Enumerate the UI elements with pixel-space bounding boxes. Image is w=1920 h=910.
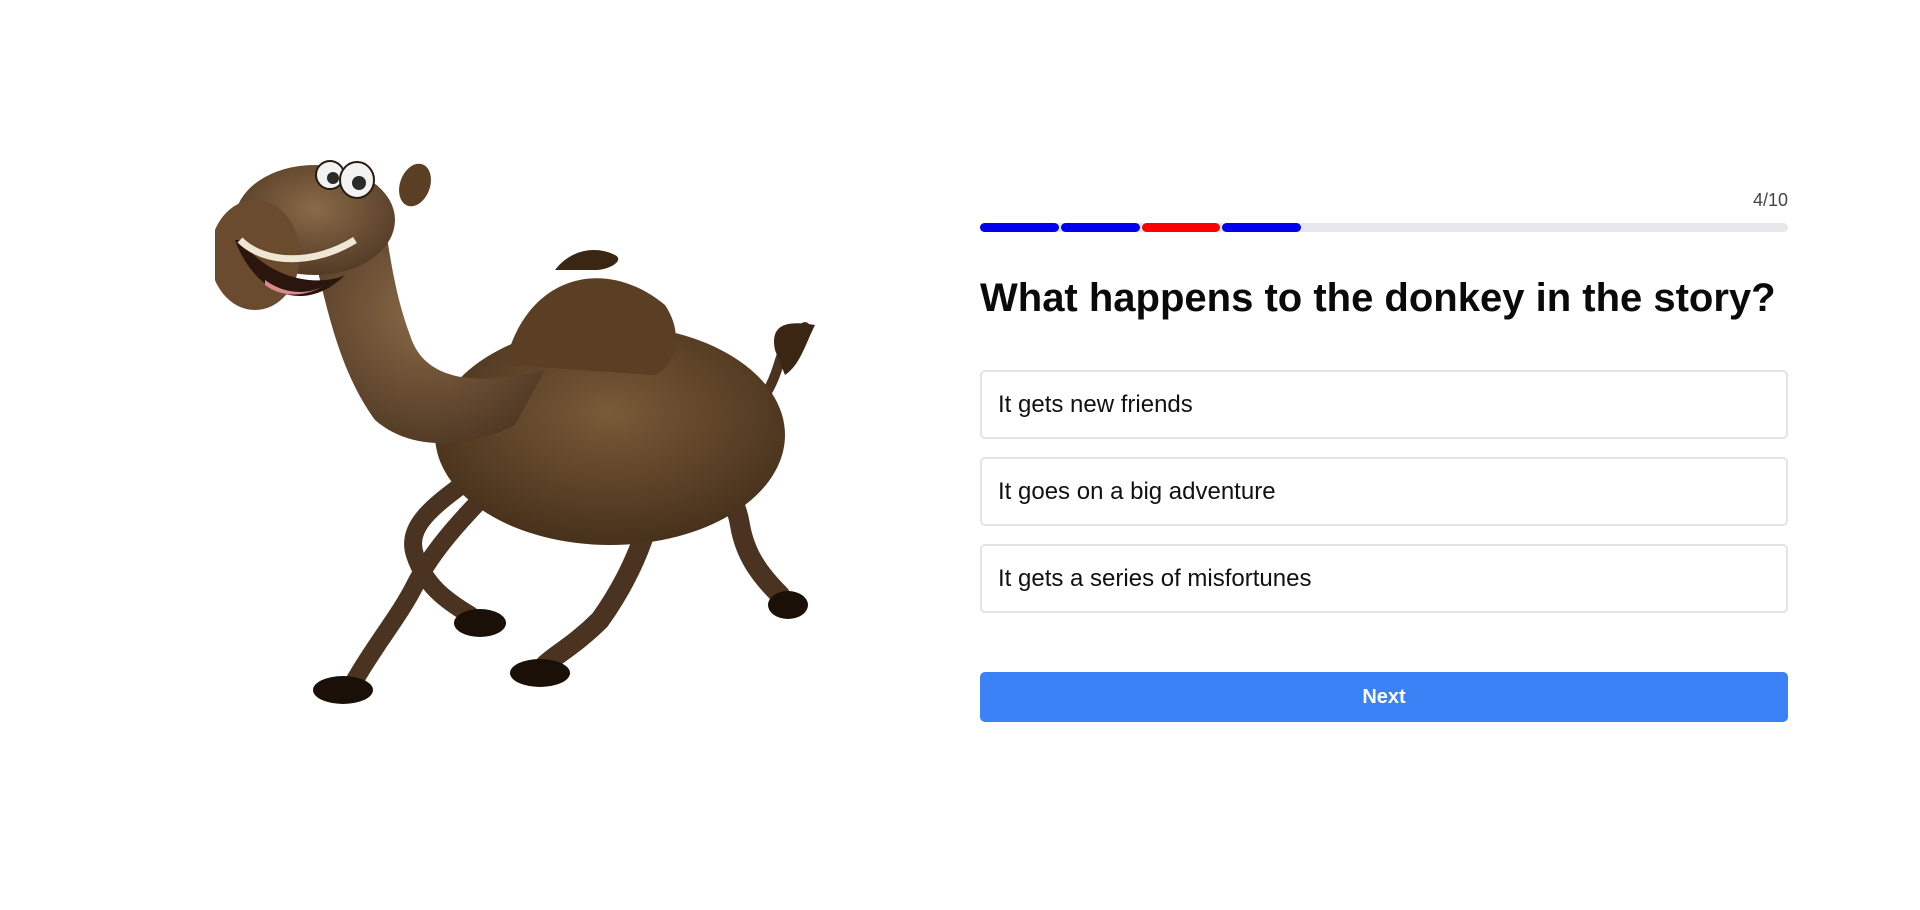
answer-option-1[interactable]: It gets new friends [980, 370, 1788, 439]
answer-option-3[interactable]: It gets a series of misfortunes [980, 544, 1788, 613]
progress-segment-correct [1222, 223, 1302, 232]
progress-segment-incorrect [1141, 223, 1221, 232]
question-counter: 4/10 [1752, 190, 1788, 210]
answer-option-2[interactable]: It goes on a big adventure [980, 457, 1788, 526]
quiz-page: 4/10 What happens to the donkey in the s… [0, 0, 1920, 910]
camel-illustration [215, 160, 815, 704]
answer-options: It gets new friends It goes on a big adv… [980, 370, 1788, 631]
next-button[interactable]: Next [980, 672, 1788, 722]
progress-segment-correct [980, 223, 1059, 232]
progress-segment-correct [1060, 223, 1140, 232]
progress-bar [980, 223, 1788, 232]
question-text: What happens to the donkey in the story? [980, 276, 1776, 320]
